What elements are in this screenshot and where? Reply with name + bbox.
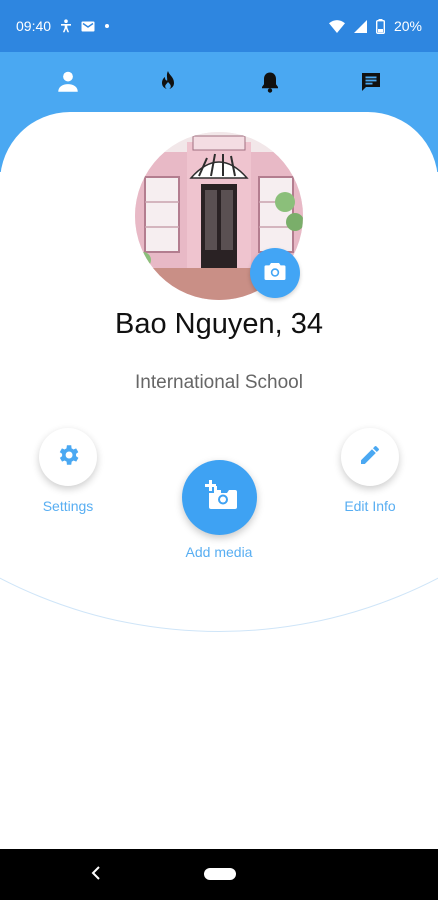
back-button[interactable] <box>84 863 108 887</box>
back-chevron-icon <box>91 865 101 885</box>
accessibility-icon <box>60 19 72 33</box>
settings-label[interactable]: Settings <box>28 498 108 514</box>
tab-discover[interactable] <box>148 64 188 104</box>
signal-icon <box>353 19 367 33</box>
person-icon <box>55 69 81 100</box>
tab-notifications[interactable] <box>250 64 290 104</box>
dot-icon <box>104 23 110 29</box>
status-left: 09:40 <box>16 18 110 34</box>
change-photo-button[interactable] <box>250 248 300 298</box>
edit-info-label[interactable]: Edit Info <box>329 498 411 514</box>
add-photo-icon <box>203 480 237 515</box>
chat-icon <box>359 70 383 99</box>
add-media-button[interactable] <box>182 460 257 535</box>
edit-info-button[interactable] <box>341 428 399 486</box>
status-time: 09:40 <box>16 18 52 34</box>
profile-school: International School <box>135 372 303 393</box>
battery-icon <box>375 18 385 34</box>
profile-name: Bao Nguyen, 34 <box>115 308 323 340</box>
flame-icon <box>157 70 179 99</box>
wifi-icon <box>328 19 345 33</box>
camera-icon <box>263 261 287 286</box>
tab-messages[interactable] <box>351 64 391 104</box>
profile-card: Bao Nguyen, 34 International School Sett… <box>0 112 438 849</box>
tab-profile[interactable] <box>48 64 88 104</box>
mail-icon <box>81 21 95 32</box>
battery-percent: 20% <box>393 18 422 34</box>
gear-icon <box>55 442 81 473</box>
add-media-label[interactable]: Add media <box>170 544 268 560</box>
settings-button[interactable] <box>39 428 97 486</box>
pencil-icon <box>358 443 382 472</box>
status-right: 20% <box>328 18 422 34</box>
home-pill-icon[interactable] <box>204 868 236 880</box>
status-bar: 09:40 20% <box>0 0 438 52</box>
bell-icon <box>259 70 281 99</box>
system-nav-bar <box>0 849 438 900</box>
